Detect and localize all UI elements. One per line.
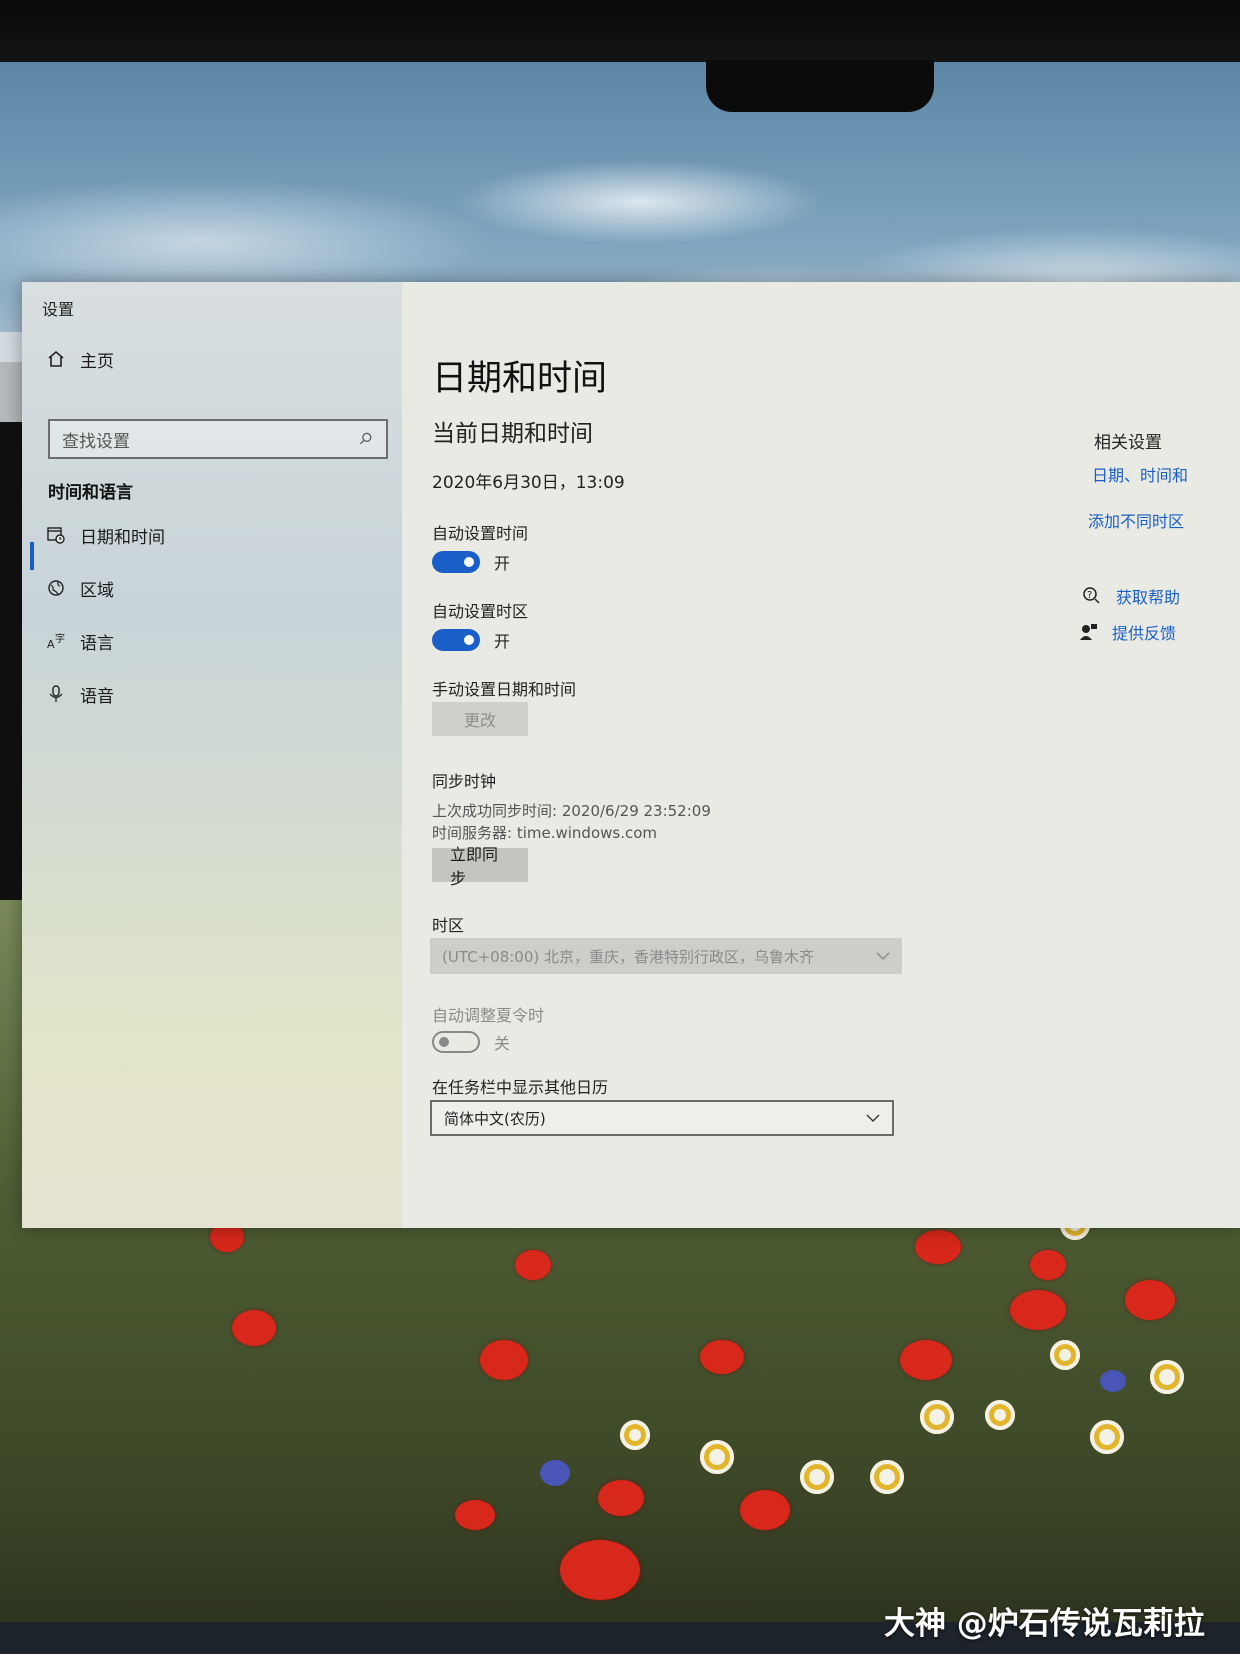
- poppy-flower: [515, 1250, 551, 1280]
- chevron-down-icon: [866, 1114, 880, 1122]
- poppy-flower: [455, 1500, 495, 1530]
- settings-window: 设置 主页 查找设置 时间和语言 日期和时间 区域 A 字 语言 语音 日期和时…: [22, 282, 1240, 1228]
- sidebar-item-label: 区域: [80, 580, 114, 601]
- dst-state: 关: [494, 1034, 511, 1053]
- poppy-flower: [232, 1310, 276, 1346]
- sidebar-item-region[interactable]: 区域: [46, 573, 114, 603]
- cornflower: [540, 1460, 570, 1486]
- poppy-flower: [598, 1480, 644, 1516]
- monitor-webcam-notch: [706, 60, 934, 112]
- language-icon: A 字: [47, 632, 65, 651]
- cornflower: [1100, 1370, 1126, 1392]
- auto-timezone-toggle[interactable]: [432, 629, 480, 651]
- auto-time-label: 自动设置时间: [432, 524, 529, 543]
- home-label: 主页: [80, 351, 114, 372]
- home-nav-item[interactable]: 主页: [46, 344, 114, 374]
- watermark-text: 大神 @炉石传说瓦莉拉: [884, 1606, 1205, 1642]
- active-indicator: [30, 542, 34, 570]
- feedback-row[interactable]: 提供反馈: [1078, 620, 1176, 644]
- manual-datetime-label: 手动设置日期和时间: [432, 680, 577, 699]
- auto-time-state: 开: [494, 554, 511, 573]
- calendar-value: 简体中文(农历): [444, 1109, 546, 1128]
- poppy-flower: [740, 1490, 790, 1530]
- daisy-flower: [700, 1440, 734, 1474]
- help-icon: ?: [1083, 587, 1100, 604]
- daisy-flower: [985, 1400, 1015, 1430]
- timezone-value: (UTC+08:00) 北京，重庆，香港特别行政区，乌鲁木齐: [442, 947, 815, 966]
- current-datetime-heading: 当前日期和时间: [432, 421, 593, 447]
- feedback-link[interactable]: 提供反馈: [1112, 620, 1176, 644]
- poppy-flower: [700, 1340, 744, 1374]
- poppy-flower: [1125, 1280, 1175, 1320]
- dst-toggle[interactable]: [432, 1031, 480, 1053]
- current-datetime-value: 2020年6月30日，13:09: [432, 473, 625, 493]
- dst-row: 关: [432, 1030, 510, 1054]
- daisy-flower: [620, 1420, 650, 1450]
- sidebar-item-speech[interactable]: 语音: [46, 679, 114, 709]
- sidebar-item-label: 日期和时间: [80, 527, 165, 548]
- poppy-flower: [900, 1340, 952, 1380]
- auto-time-row: 开: [432, 550, 510, 574]
- sidebar: 设置 主页 查找设置 时间和语言 日期和时间 区域 A 字 语言 语音: [22, 282, 402, 1228]
- daisy-flower: [920, 1400, 954, 1434]
- chevron-down-icon: [876, 952, 890, 960]
- auto-timezone-state: 开: [494, 632, 511, 651]
- daisy-flower: [1050, 1340, 1080, 1370]
- timezone-label: 时区: [432, 916, 465, 935]
- section-heading: 时间和语言: [48, 483, 133, 503]
- calendar-label: 在任务栏中显示其他日历: [432, 1078, 609, 1097]
- daisy-flower: [1150, 1360, 1184, 1394]
- auto-timezone-label: 自动设置时区: [432, 602, 529, 621]
- main-content: 日期和时间 当前日期和时间 2020年6月30日，13:09 自动设置时间 开 …: [402, 282, 1240, 1228]
- search-placeholder: 查找设置: [62, 431, 130, 452]
- search-input[interactable]: 查找设置: [48, 419, 388, 459]
- svg-text:字: 字: [55, 632, 65, 645]
- calendar-select[interactable]: 简体中文(农历): [430, 1100, 894, 1136]
- date-time-format-link[interactable]: 日期、时间和: [1092, 462, 1188, 486]
- svg-text:A: A: [47, 638, 55, 651]
- search-icon: [359, 432, 372, 445]
- dst-label: 自动调整夏令时: [432, 1006, 545, 1025]
- related-settings-heading: 相关设置: [1094, 433, 1162, 453]
- auto-timezone-row: 开: [432, 628, 510, 652]
- home-icon: [48, 350, 64, 367]
- poppy-flower: [480, 1340, 528, 1380]
- sidebar-item-date-time[interactable]: 日期和时间: [46, 520, 165, 550]
- timezone-select[interactable]: (UTC+08:00) 北京，重庆，香港特别行政区，乌鲁木齐: [430, 938, 902, 974]
- get-help-link[interactable]: 获取帮助: [1116, 584, 1180, 608]
- feedback-icon: [1080, 624, 1097, 640]
- microphone-icon: [49, 685, 63, 702]
- daisy-flower: [870, 1460, 904, 1494]
- sidebar-item-language[interactable]: A 字 语言: [46, 626, 114, 656]
- poppy-flower: [915, 1230, 961, 1264]
- time-server-text: 时间服务器: time.windows.com: [432, 824, 658, 842]
- globe-icon: [48, 580, 64, 596]
- last-sync-text: 上次成功同步时间: 2020/6/29 23:52:09: [432, 802, 711, 820]
- auto-time-toggle[interactable]: [432, 551, 480, 573]
- poppy-flower: [1030, 1250, 1066, 1280]
- sidebar-item-label: 语音: [80, 686, 114, 707]
- get-help-row[interactable]: ? 获取帮助: [1082, 584, 1180, 608]
- sync-now-button[interactable]: 立即同步: [432, 845, 528, 888]
- poppy-flower: [560, 1540, 640, 1600]
- daisy-flower: [800, 1460, 834, 1494]
- svg-text:?: ?: [1087, 590, 1092, 601]
- sync-clock-heading: 同步时钟: [432, 772, 497, 791]
- window-title: 设置: [42, 300, 75, 319]
- daisy-flower: [1090, 1420, 1124, 1454]
- sidebar-item-label: 语言: [80, 633, 114, 654]
- change-button[interactable]: 更改: [432, 702, 528, 736]
- calendar-clock-icon: [47, 527, 65, 544]
- add-clocks-link[interactable]: 添加不同时区: [1088, 508, 1184, 532]
- poppy-flower: [1010, 1290, 1066, 1330]
- page-title: 日期和时间: [432, 359, 608, 399]
